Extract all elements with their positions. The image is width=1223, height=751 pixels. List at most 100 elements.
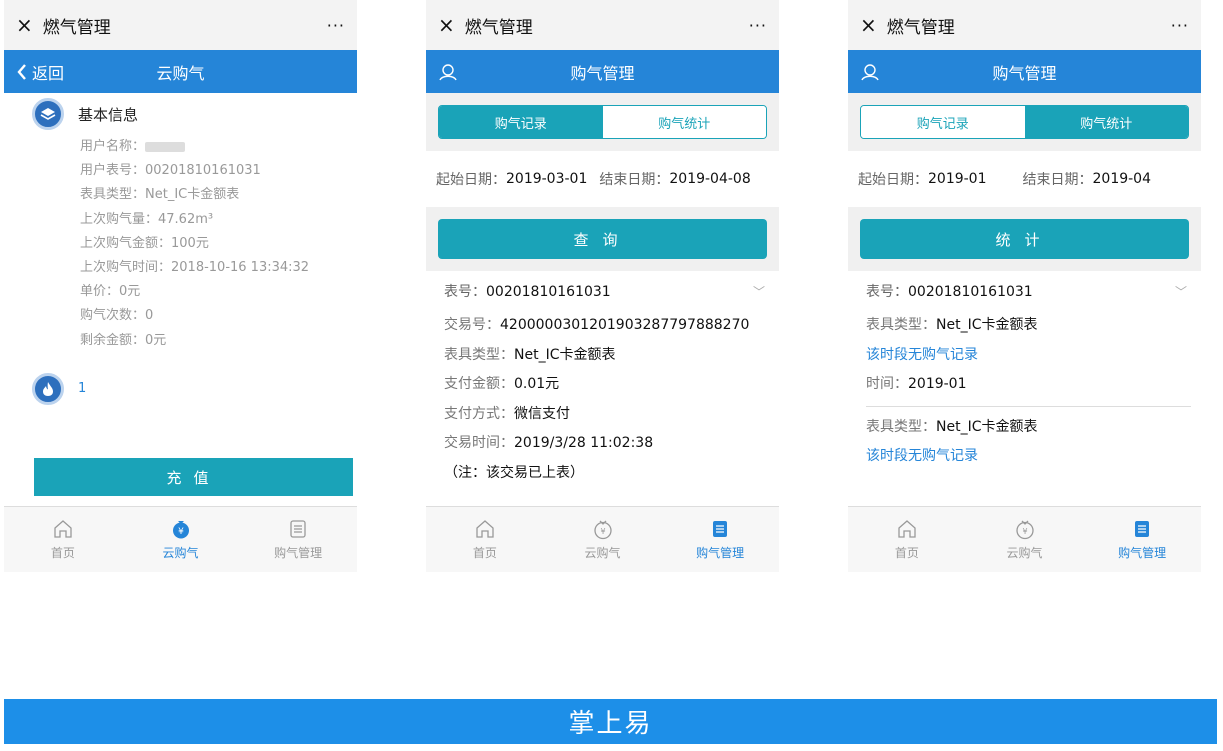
detail-value: 微信支付 — [514, 405, 570, 422]
detail-row: 交易号：4200000301201903287797888270 — [444, 311, 779, 341]
meter-label: 表号： — [444, 284, 486, 300]
records-segmented-control: 购气记录 购气统计 — [860, 105, 1189, 139]
back-button[interactable]: 返回 — [16, 60, 64, 84]
meter-label: 表号： — [866, 284, 908, 300]
tab-home[interactable]: 首页 — [4, 507, 122, 572]
tab-manage-label: 购气管理 — [696, 546, 745, 560]
close-icon[interactable]: × — [438, 15, 455, 35]
end-date-label: 结束日期： — [1022, 172, 1093, 188]
chevron-down-icon[interactable]: ﹀ — [1175, 283, 1187, 300]
start-date-field[interactable]: 2019-01 — [928, 171, 987, 187]
wechat-title-bar: × 燃气管理 ··· — [426, 0, 779, 50]
user-meter-row: 用户表号：00201810161031 — [80, 163, 261, 179]
user-button[interactable] — [860, 62, 882, 82]
basic-info-list: 用户名称： 用户表号：00201810161031 表具类型：Net_IC卡金额… — [32, 135, 357, 353]
money-bag-icon: ¥ — [593, 520, 612, 540]
tab-records[interactable]: 购气记录 — [861, 106, 1025, 138]
tab-home[interactable]: 首页 — [426, 507, 544, 572]
list-icon — [1135, 521, 1150, 537]
no-record-text: 该时段无购气记录 — [866, 448, 978, 464]
end-date-label: 结束日期： — [599, 172, 670, 188]
page-title: 购气管理 — [570, 63, 635, 83]
back-label: 返回 — [32, 63, 65, 83]
tab-manage[interactable]: 购气管理 — [1083, 507, 1201, 572]
detail-row: 支付方式：微信支付 — [444, 400, 779, 430]
detail-row: 时间：2019-01 — [866, 370, 1201, 400]
date-range: 起始日期： 2019-01 结束日期： 2019-04 — [848, 151, 1201, 207]
nav-bar: 返回 云购气 — [4, 50, 357, 93]
tab-manage[interactable]: 购气管理 — [239, 507, 357, 572]
divider — [866, 405, 1191, 407]
detail-key: 交易时间： — [444, 435, 514, 451]
user-button[interactable] — [438, 62, 460, 82]
stat-button[interactable]: 统计 — [860, 219, 1189, 259]
flame-icon — [32, 372, 64, 405]
more-icon[interactable]: ··· — [327, 16, 345, 35]
more-icon[interactable]: ··· — [749, 16, 767, 35]
purchase-count-row: 购气次数：0 — [80, 308, 154, 324]
meter-row[interactable]: 表号：00201810161031 ﹀ — [848, 271, 1201, 311]
records-segmented-control: 购气记录 购气统计 — [438, 105, 767, 139]
close-icon[interactable]: × — [860, 15, 877, 35]
no-record-text: 该时段无购气记录 — [866, 346, 978, 363]
end-date-field[interactable]: 2019-04-08 — [669, 171, 750, 187]
more-icon[interactable]: ··· — [1171, 16, 1189, 35]
layers-icon — [32, 98, 64, 130]
app-title: 燃气管理 — [886, 17, 955, 38]
close-icon[interactable]: × — [16, 15, 33, 35]
detail-row: 支付金额：0.01元 — [444, 370, 779, 400]
detail-value: 2019/3/28 11:02:38 — [514, 435, 654, 451]
tab-home[interactable]: 首页 — [848, 507, 966, 572]
detail-row: 表具类型：Net_IC卡金额表 — [444, 341, 779, 371]
tab-cloud-purchase[interactable]: ¥ 云购气 — [966, 507, 1084, 572]
detail-value: 2019-01 — [908, 376, 967, 392]
detail-key: 表具类型： — [866, 418, 936, 435]
tab-cloud-purchase[interactable]: ¥ 云购气 — [544, 507, 662, 572]
phone-screen-cloud-purchase: × 燃气管理 ··· 返回 云购气 基本信息 用户名称： 用户表号：002018… — [4, 0, 357, 572]
end-date-field[interactable]: 2019-04 — [1093, 171, 1152, 187]
chevron-down-icon[interactable]: ﹀ — [753, 283, 765, 300]
tab-stats[interactable]: 购气统计 — [1024, 106, 1188, 138]
stats-detail: 表具类型：Net_IC卡金额表 该时段无购气记录 时间：2019-01 — [848, 311, 1201, 400]
detail-key: 表具类型： — [444, 346, 514, 363]
query-button[interactable]: 查询 — [438, 219, 767, 259]
meter-value: 00201810161031 — [908, 284, 1033, 300]
list-icon — [290, 520, 306, 538]
recharge-button[interactable]: 充值 — [34, 458, 353, 496]
tab-records[interactable]: 购气记录 — [439, 106, 603, 138]
start-date-label: 起始日期： — [858, 172, 928, 188]
nav-bar: 购气管理 — [848, 50, 1201, 93]
meter-value: 00201810161031 — [486, 284, 611, 300]
user-name-redacted — [145, 141, 186, 152]
start-date-field[interactable]: 2019-03-01 — [506, 171, 587, 187]
chevron-left-icon — [17, 63, 26, 80]
tab-cloud-label: 云购气 — [162, 546, 199, 560]
svg-text:¥: ¥ — [1022, 527, 1027, 536]
gas-section-header[interactable]: 1 — [32, 372, 357, 405]
basic-info-header[interactable]: 基本信息 — [32, 95, 357, 133]
bottom-tab-bar: 首页 ¥ 云购气 购气管理 — [426, 506, 779, 572]
svg-text:¥: ¥ — [600, 527, 605, 536]
tab-stats[interactable]: 购气统计 — [602, 106, 766, 138]
user-name-row: 用户名称： — [80, 135, 357, 159]
detail-key: 表具类型： — [866, 317, 936, 333]
detail-value: 4200000301201903287797888270 — [500, 317, 750, 333]
tab-home-label: 首页 — [894, 546, 919, 560]
home-icon — [54, 520, 72, 538]
money-bag-icon: ¥ — [172, 521, 189, 539]
tab-manage[interactable]: 购气管理 — [661, 507, 779, 572]
detail-value: Net_IC卡金额表 — [936, 317, 1038, 333]
tab-cloud-purchase[interactable]: ¥ 云购气 — [122, 507, 240, 572]
phone-screen-purchase-stats: × 燃气管理 ··· 购气管理 购气记录 购气统计 起始日期： 2019-01 … — [848, 0, 1201, 572]
tab-manage-label: 购气管理 — [274, 546, 323, 560]
wechat-title-bar: × 燃气管理 ··· — [4, 0, 357, 50]
home-icon — [476, 520, 494, 538]
tab-manage-label: 购气管理 — [1118, 546, 1167, 560]
meter-row[interactable]: 表号：00201810161031 ﹀ — [426, 271, 779, 311]
user-icon — [861, 63, 879, 80]
wechat-title-bar: × 燃气管理 ··· — [848, 0, 1201, 50]
app-title: 燃气管理 — [42, 17, 111, 38]
bottom-tab-bar: 首页 ¥ 云购气 购气管理 — [4, 506, 357, 572]
page-title: 购气管理 — [992, 63, 1057, 83]
balance-row: 剩余金额：0元 — [80, 332, 167, 348]
